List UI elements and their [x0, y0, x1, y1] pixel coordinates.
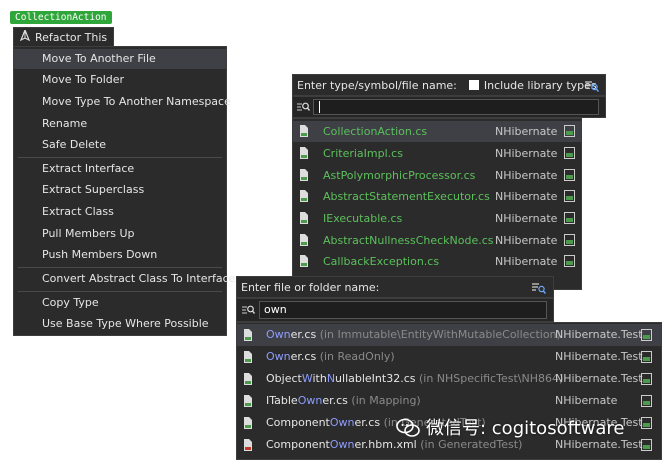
- type-search-header-label: Enter type/symbol/file name:: [297, 79, 457, 92]
- type-result-row[interactable]: AbstractNullnessCheckNode.cs NHibernate: [293, 230, 581, 251]
- type-result-row[interactable]: AstPolymorphicProcessor.cs NHibernate: [293, 165, 581, 186]
- file-result-row[interactable]: ObjectWithNullableInt32.cs (in NHSpecifi…: [237, 368, 661, 390]
- file-icon: [244, 395, 252, 407]
- file-search-header-label: Enter file or folder name:: [241, 281, 380, 294]
- project-icon: [641, 373, 652, 385]
- project-icon: [641, 439, 652, 451]
- refactor-menu: Move To Another File Move To Folder Move…: [13, 46, 235, 336]
- project-icon: [641, 329, 652, 341]
- menu-item-use-base-type[interactable]: Use Base Type Where Possible: [14, 314, 226, 334]
- search-icon: [242, 304, 256, 319]
- project-icon: [564, 125, 575, 137]
- text-caret: [319, 101, 320, 113]
- file-icon: [244, 351, 252, 363]
- menu-separator: [18, 157, 222, 158]
- menu-item-move-to-another-file[interactable]: Move To Another File: [14, 49, 226, 69]
- file-icon: [300, 169, 308, 181]
- project-icon: [564, 147, 575, 159]
- file-icon: [244, 373, 252, 385]
- search-icon: [297, 101, 311, 116]
- file-icon: [244, 329, 252, 341]
- project-icon: [564, 212, 575, 224]
- file-result-name: ITableOwner.cs (in Mapping): [266, 394, 421, 407]
- type-result-row[interactable]: AbstractStatementExecutor.cs NHibernate: [293, 186, 581, 207]
- file-icon: [300, 255, 308, 267]
- type-result-name: CollectionAction.cs: [323, 125, 428, 138]
- project-icon: [641, 395, 652, 407]
- menu-item-extract-class[interactable]: Extract Class: [14, 202, 226, 222]
- menu-item-safe-delete[interactable]: Safe Delete: [14, 135, 226, 155]
- include-library-checkbox[interactable]: [468, 80, 479, 90]
- file-result-module: NHibernate.Test: [555, 328, 643, 341]
- project-icon: [641, 417, 652, 429]
- menu-item-rename[interactable]: Rename: [14, 114, 226, 134]
- type-result-name: AbstractStatementExecutor.cs: [323, 190, 490, 203]
- file-result-module: NHibernate.Test: [555, 350, 643, 363]
- menu-item-move-to-folder[interactable]: Move To Folder: [14, 70, 226, 90]
- type-result-name: CallbackException.cs: [323, 255, 440, 268]
- refactor-title-label: Refactor This: [35, 31, 108, 44]
- type-result-module: NHibernate: [495, 147, 558, 160]
- menu-item-pull-members-up[interactable]: Pull Members Up: [14, 224, 226, 244]
- type-result-name: CriteriaImpl.cs: [323, 147, 403, 160]
- wechat-icon: [396, 418, 420, 446]
- menu-item-convert-abstract-class[interactable]: Convert Abstract Class To Interface: [14, 269, 235, 289]
- type-search-input[interactable]: [313, 99, 599, 115]
- menu-separator: [18, 291, 222, 292]
- type-search-header: Enter type/symbol/file name: Include libr…: [292, 74, 606, 96]
- project-icon: [564, 234, 575, 246]
- menu-item-extract-superclass[interactable]: Extract Superclass: [14, 180, 226, 200]
- type-result-module: NHibernate: [495, 255, 558, 268]
- project-icon: [564, 190, 575, 202]
- project-icon: [564, 169, 575, 181]
- file-icon: [300, 147, 308, 159]
- menu-item-push-members-down[interactable]: Push Members Down: [14, 245, 226, 265]
- menu-item-extract-interface[interactable]: Extract Interface: [14, 159, 226, 179]
- menu-item-move-type-namespace[interactable]: Move Type To Another Namespace: [14, 92, 231, 112]
- type-result-name: AbstractNullnessCheckNode.cs: [323, 234, 494, 247]
- menu-item-copy-type[interactable]: Copy Type: [14, 293, 226, 313]
- type-result-row[interactable]: IExecutable.cs NHibernate: [293, 208, 581, 229]
- file-icon: [300, 212, 308, 224]
- file-result-name: Owner.cs (in ReadOnly): [266, 350, 395, 363]
- type-result-name: IExecutable.cs: [323, 212, 403, 225]
- file-search-header: Enter file or folder name:: [236, 276, 554, 298]
- file-result-name: Owner.cs (in Immutable\EntityWithMutable…: [266, 328, 561, 341]
- type-result-module: NHibernate: [495, 190, 558, 203]
- file-icon: [244, 417, 252, 429]
- file-result-module: NHibernate: [555, 394, 618, 407]
- file-result-name: ObjectWithNullableInt32.cs (in NHSpecifi…: [266, 372, 564, 385]
- type-result-row[interactable]: CriteriaImpl.cs NHibernate: [293, 143, 581, 164]
- refactor-icon: [19, 28, 31, 47]
- file-result-module: NHibernate.Test: [555, 372, 643, 385]
- file-icon: [300, 125, 308, 137]
- watermark-text: 微信号: cogitosoftware: [426, 418, 625, 439]
- file-result-row[interactable]: Owner.cs (in ReadOnly) NHibernate.Test: [237, 346, 661, 368]
- file-search-input[interactable]: own: [259, 301, 547, 319]
- type-result-row[interactable]: CallbackException.cs NHibernate: [293, 251, 581, 272]
- context-badge: CollectionAction: [10, 11, 112, 24]
- xml-file-icon: [244, 439, 252, 451]
- file-result-row[interactable]: Owner.cs (in Immutable\EntityWithMutable…: [237, 324, 661, 346]
- watermark: 微信号: cogitosoftware: [396, 416, 625, 442]
- type-result-module: NHibernate: [495, 169, 558, 182]
- type-results-list: CollectionAction.cs NHibernate CriteriaI…: [292, 118, 582, 290]
- type-result-module: NHibernate: [495, 212, 558, 225]
- type-result-row[interactable]: CollectionAction.cs NHibernate: [293, 121, 581, 142]
- menu-separator: [18, 267, 222, 268]
- file-result-row[interactable]: ITableOwner.cs (in Mapping) NHibernate: [237, 390, 661, 412]
- project-icon: [564, 255, 575, 267]
- type-result-name: AstPolymorphicProcessor.cs: [323, 169, 476, 182]
- type-result-module: NHibernate: [495, 125, 558, 138]
- include-library-label: Include library types: [483, 79, 597, 92]
- refactor-menu-title: Refactor This: [13, 27, 115, 47]
- file-icon: [300, 190, 308, 202]
- type-search-bar: [292, 96, 606, 118]
- file-icon: [300, 234, 308, 246]
- file-search-bar: own: [236, 298, 554, 322]
- type-result-module: NHibernate: [495, 234, 558, 247]
- project-icon: [641, 351, 652, 363]
